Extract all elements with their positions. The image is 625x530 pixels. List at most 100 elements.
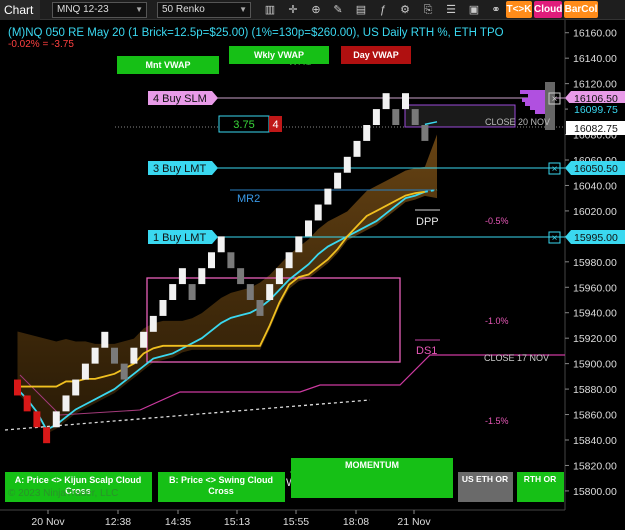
order-tag-buy-slm[interactable]: 4 Buy SLM	[148, 91, 218, 105]
y-tick-label: 16040.00	[573, 180, 617, 192]
renko-brick	[372, 109, 380, 125]
axis-price-last: 16099.75	[574, 104, 618, 116]
x-tick-label: 15:55	[283, 516, 309, 528]
mnt-vwap-label: Mnt VWAP	[146, 60, 191, 70]
pct-05-label: -0.5%	[485, 216, 509, 226]
y-tick-label: 15920.00	[573, 333, 617, 345]
renko-brick	[363, 125, 371, 141]
x-tick-label: 12:38	[105, 516, 131, 528]
cancel-order-buy-lmt-1-button[interactable]: ×	[548, 231, 561, 244]
y-tick-label: 15860.00	[573, 410, 617, 422]
mnt-vwap-button[interactable]: Mnt VWAP	[117, 56, 219, 74]
cancel-order-buy-slm-button[interactable]: ×	[548, 92, 561, 105]
order-label-buy-lmt-1: 1 Buy LMT	[153, 232, 206, 244]
bar-type-label: 50 Renko	[162, 4, 205, 15]
ds1-label: DS1	[416, 345, 437, 357]
mr2-label: MR2	[237, 193, 260, 205]
renko-brick	[120, 363, 128, 380]
barcol-toggle-button[interactable]: BarCol	[564, 1, 598, 18]
renko-brick	[217, 236, 225, 253]
renko-brick	[169, 284, 177, 300]
day-vwap-button[interactable]: Day VWAP	[341, 46, 411, 64]
axis-flag-buy-lmt-3: 16050.50	[565, 161, 625, 175]
x-tick-label: 14:35	[165, 516, 191, 528]
pct-15-label: -1.5%	[485, 416, 509, 426]
screenshot-icon[interactable]: ▣	[466, 2, 482, 18]
us-eth-or-button[interactable]: US ETH OR	[458, 472, 513, 502]
indicators-icon[interactable]: ƒ	[375, 2, 391, 18]
renko-brick	[33, 411, 41, 428]
pct-10-label: -1.0%	[485, 316, 509, 326]
close-icon: ×	[552, 164, 558, 175]
link-icon[interactable]: ⚭	[488, 2, 504, 18]
renko-brick	[227, 252, 235, 269]
y-tick-label: 15800.00	[573, 486, 617, 498]
renko-brick	[81, 363, 89, 380]
renko-brick	[140, 331, 148, 348]
swing-cloud-cross-label-1: B: Price <> Swing Cloud	[169, 475, 273, 485]
zoom-icon[interactable]: ⊕	[308, 2, 324, 18]
position-count: 4	[272, 119, 278, 131]
tk-toggle-button[interactable]: T<>K	[506, 1, 532, 18]
axis-flag-buy-slm: 16106.50	[565, 91, 625, 105]
renko-brick	[52, 411, 60, 428]
drawing-tool-icon[interactable]: ✎	[330, 2, 346, 18]
renko-brick	[208, 252, 215, 269]
axis-price-buy-lmt-1: 15995.00	[574, 232, 618, 244]
order-tag-buy-lmt-3[interactable]: 3 Buy LMT	[148, 161, 218, 175]
order-label-buy-lmt-3: 3 Buy LMT	[153, 163, 206, 175]
chevron-down-icon: ▼	[135, 5, 143, 14]
axis-flag-buy-lmt-1: 15995.00	[565, 230, 625, 244]
renko-brick	[62, 395, 70, 412]
renko-brick	[334, 172, 342, 189]
swing-cloud-cross-button[interactable]: B: Price <> Swing Cloud Cross	[158, 472, 285, 502]
kijun-cloud	[17, 134, 437, 434]
renko-brick	[198, 268, 206, 285]
y-tick-label: 16160.00	[573, 28, 617, 40]
renko-brick	[343, 156, 351, 173]
renko-brick	[305, 220, 312, 237]
dpp-label: DPP	[416, 216, 439, 228]
properties-icon[interactable]: ▤	[353, 2, 369, 18]
us-eth-or-label: US ETH OR	[462, 474, 508, 484]
renko-brick	[324, 188, 332, 205]
attach-icon[interactable]: ⎘	[420, 2, 436, 18]
renko-brick	[43, 427, 51, 444]
position-qty: 3.75	[233, 119, 254, 131]
crosshair-icon[interactable]: ✛	[285, 2, 301, 18]
renko-brick	[149, 315, 157, 332]
axis-flag-avg: 16082.75	[566, 121, 625, 135]
bar-chart-icon[interactable]: ▥	[262, 2, 278, 18]
instrument-selector[interactable]: MNQ 12-23 ▼	[52, 2, 147, 18]
y-tick-label: 16120.00	[573, 79, 617, 91]
swing-cloud-cross-label-2: Cross	[208, 486, 234, 496]
renko-brick	[411, 109, 419, 125]
renko-brick	[188, 284, 196, 300]
y-tick-label: 15900.00	[573, 359, 617, 371]
cancel-order-buy-lmt-3-button[interactable]: ×	[548, 162, 561, 175]
close-17nov-label: CLOSE 17 NOV	[484, 353, 549, 363]
rth-or-button[interactable]: RTH OR	[517, 472, 564, 502]
axis-price-avg: 16082.75	[574, 123, 618, 135]
bar-type-selector[interactable]: 50 Renko ▼	[157, 2, 251, 18]
renko-brick	[111, 347, 118, 364]
chart-trader-icon[interactable]: ☰	[443, 2, 459, 18]
position-tag[interactable]: 3.75 4	[218, 115, 282, 133]
instrument-label: MNQ 12-23	[57, 4, 109, 15]
y-tick-label: 16020.00	[573, 206, 617, 218]
order-tag-buy-lmt-1[interactable]: 1 Buy LMT	[148, 230, 218, 244]
x-tick-label: 15:13	[224, 516, 250, 528]
y-tick-label: 15940.00	[573, 308, 617, 320]
renko-brick	[237, 268, 245, 285]
momentum-button[interactable]: MOMENTUM	[291, 458, 453, 498]
day-vwap-label: Day VWAP	[353, 50, 399, 60]
cloud-toggle-button[interactable]: Cloud	[534, 1, 562, 18]
wkly-vwap-button[interactable]: Wkly VWAP	[229, 46, 329, 64]
toolbar: Chart MNQ 12-23 ▼ 50 Renko ▼ ▥ ✛ ⊕ ✎ ▤ ƒ…	[0, 0, 625, 20]
renko-brick	[130, 347, 138, 364]
y-tick-label: 15840.00	[573, 435, 617, 447]
price-chart[interactable]: 15800.00 15820.00 15840.00 15860.00 15880.00…	[0, 20, 625, 530]
strategy-icon[interactable]: ⚙	[397, 2, 413, 18]
y-tick-label: 15880.00	[573, 384, 617, 396]
axis-price-buy-lmt-3: 16050.50	[574, 163, 618, 175]
